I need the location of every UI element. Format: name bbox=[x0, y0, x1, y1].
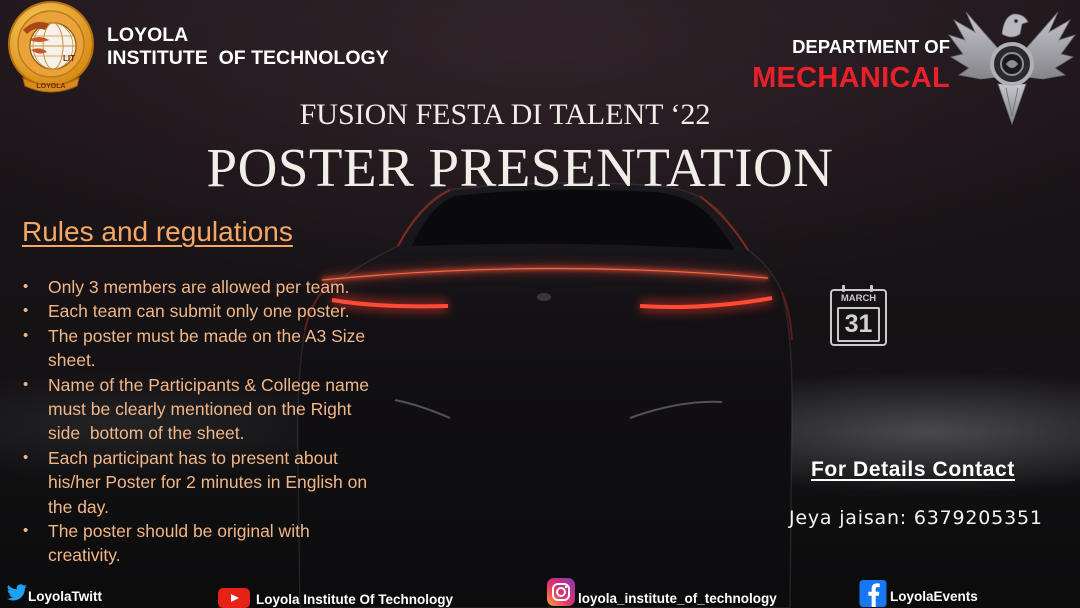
contact-heading: For Details Contact bbox=[811, 458, 1015, 481]
rule-text: The poster must be made on the A3 Size s… bbox=[48, 325, 371, 371]
rules-list: • Only 3 members are allowed per team. • E… bbox=[22, 275, 379, 568]
facebook-label: LoyolaEvents bbox=[890, 589, 978, 604]
contact-person: Jeya jaisan: 6379205351 bbox=[789, 507, 1043, 529]
bullet-icon: • bbox=[23, 278, 29, 295]
youtube-label: Loyola Institute Of Technology bbox=[256, 592, 454, 607]
bullet-icon: • bbox=[23, 302, 29, 320]
calendar-icon: MARCH 31 bbox=[830, 285, 887, 346]
bullet-icon: • bbox=[23, 448, 29, 466]
rule-item: • Each team can submit only one poster. bbox=[22, 299, 379, 323]
rule-text: Each participant has to present about hi… bbox=[48, 447, 372, 517]
rule-item: • Name of the Participants & College name… bbox=[22, 373, 379, 446]
youtube-icon bbox=[218, 588, 250, 608]
department-label: DEPARTMENT OF bbox=[792, 36, 950, 57]
event-poster: LIT LOYOLA LOYOLA INSTITUTE OF TECHNOLOG… bbox=[0, 0, 1080, 608]
rule-item: • The poster must be made on the A3 Size … bbox=[22, 324, 379, 373]
logo-lit-lettering: LIT bbox=[63, 54, 75, 63]
rule-item: • The poster should be original with crea… bbox=[22, 519, 379, 568]
rule-text: Only 3 members are allowed per team. bbox=[48, 277, 350, 297]
calendar-month: MARCH bbox=[840, 293, 877, 304]
instagram-icon bbox=[547, 578, 575, 606]
rule-item: • Only 3 members are allowed per team. bbox=[22, 275, 379, 299]
rule-text: Each team can submit only one poster. bbox=[48, 301, 350, 322]
institute-logo-icon: LIT LOYOLA bbox=[8, 1, 94, 93]
institute-name-line2: INSTITUTE OF TECHNOLOGY bbox=[107, 47, 389, 69]
rules-heading: Rules and regulations bbox=[22, 216, 293, 247]
rule-item: • Each participant has to present about h… bbox=[22, 446, 379, 519]
calendar-ring bbox=[870, 285, 873, 292]
calendar-ring bbox=[842, 285, 845, 292]
bullet-icon: • bbox=[23, 522, 29, 540]
event-subtitle: FUSION FESTA DI TALENT ‘22 bbox=[299, 98, 711, 131]
facebook-icon bbox=[859, 580, 887, 607]
twitter-icon bbox=[6, 584, 28, 601]
calendar-day-box: 31 bbox=[837, 307, 880, 342]
twitter-label: LoyolaTwitt bbox=[28, 589, 102, 604]
bullet-icon: • bbox=[23, 375, 29, 393]
event-title: POSTER PRESENTATION bbox=[206, 137, 834, 198]
rule-text: The poster should be original with creat… bbox=[48, 521, 315, 566]
instagram-label: loyola_institute_of_technology bbox=[578, 591, 777, 606]
institute-name-line1: LOYOLA bbox=[107, 24, 189, 46]
bullet-icon: • bbox=[23, 326, 29, 344]
calendar-day: 31 bbox=[844, 310, 873, 338]
logo-loyola-lettering: LOYOLA bbox=[36, 83, 65, 90]
department-name: MECHANICAL bbox=[752, 62, 950, 94]
rule-text: Name of the Participants & College name … bbox=[48, 374, 374, 444]
